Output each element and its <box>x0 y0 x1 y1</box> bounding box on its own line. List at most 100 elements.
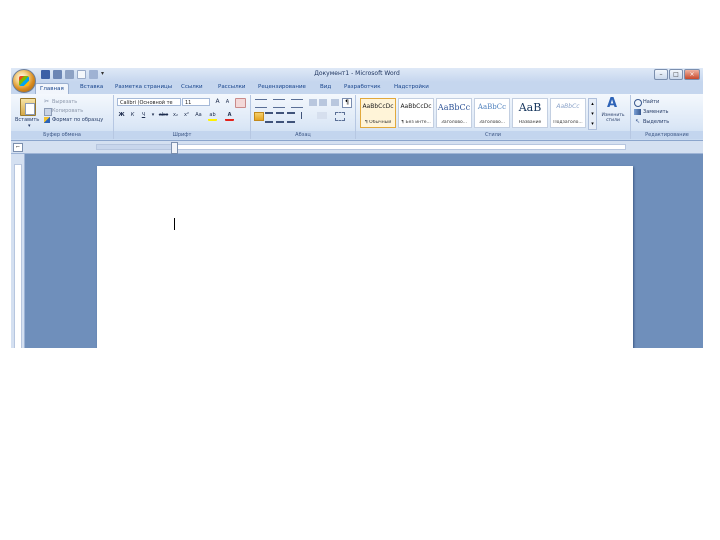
multilevel-list-icon[interactable] <box>291 99 303 108</box>
tab-developer[interactable]: Разработчик <box>344 84 381 90</box>
underline-dropdown-icon[interactable]: ▾ <box>150 111 156 119</box>
style-subtitle-name: Подзаголо... <box>553 120 583 125</box>
style-heading-2[interactable]: AaBbCc Заголово... <box>474 98 510 128</box>
style-subtitle[interactable]: AaBbCc Подзаголо... <box>550 98 586 128</box>
style-heading-1-sample: AaBbCc <box>437 103 471 112</box>
tab-insert[interactable]: Вставка <box>80 84 103 90</box>
find-button[interactable]: Найти <box>643 99 659 105</box>
italic-button[interactable]: К <box>128 111 137 119</box>
style-title-sample: AaB <box>518 101 542 114</box>
font-size-value: 11 <box>185 100 192 106</box>
styles-group: AaBbCcDc ¶ Обычный AaBbCcDc ¶ Без инте..… <box>356 95 631 139</box>
font-color-button[interactable]: A <box>225 111 234 121</box>
highlight-button[interactable]: ab <box>208 111 217 121</box>
copy-button[interactable]: Копировать <box>52 108 83 114</box>
replace-button[interactable]: Заменить <box>643 109 669 115</box>
font-label-text: Шрифт <box>172 132 192 138</box>
find-icon[interactable] <box>634 99 642 107</box>
tab-mailings[interactable]: Рассылки <box>218 84 246 90</box>
bullets-icon[interactable] <box>255 99 267 108</box>
ribbon: Вставить ▾ ✂ Вырезать Копировать Формат … <box>11 94 703 141</box>
select-arrow-icon[interactable]: ↖ <box>635 119 641 125</box>
vertical-ruler[interactable] <box>11 154 25 348</box>
document-page[interactable] <box>97 166 633 348</box>
replace-icon[interactable] <box>634 109 641 115</box>
style-normal-name: ¶ Обычный <box>364 120 392 125</box>
bold-button[interactable]: Ж <box>117 111 126 119</box>
window-title: Документ1 - Microsoft Word <box>314 70 400 77</box>
shrink-font-button[interactable]: A <box>223 98 232 106</box>
style-normal-sample: AaBbCcDc <box>362 103 394 110</box>
tab-home[interactable]: Главная <box>35 83 69 94</box>
select-button[interactable]: Выделить <box>643 119 669 125</box>
close-button[interactable]: × <box>684 69 700 80</box>
change-case-button[interactable]: Aa <box>194 111 203 119</box>
cut-button[interactable]: Вырезать <box>52 99 77 105</box>
change-styles-label: Изменить стили <box>601 113 625 123</box>
text-cursor <box>174 218 175 230</box>
change-styles-button[interactable]: A Изменить стили <box>601 97 625 127</box>
copy-icon[interactable] <box>44 108 52 116</box>
align-left-icon[interactable] <box>254 112 264 121</box>
format-painter-button[interactable]: Формат по образцу <box>52 117 103 123</box>
word-window: ▾ Документ1 - Microsoft Word – □ × Главн… <box>11 68 703 348</box>
window-controls: – □ × <box>654 69 700 80</box>
show-formatting-icon[interactable]: ¶ <box>342 98 352 108</box>
style-no-spacing-name: ¶ Без инте... <box>401 120 431 125</box>
tab-view[interactable]: Вид <box>320 84 331 90</box>
tab-addins[interactable]: Надстройки <box>394 84 429 90</box>
align-center-icon[interactable] <box>265 112 273 123</box>
office-logo-icon <box>19 76 29 86</box>
paste-icon[interactable] <box>20 98 36 116</box>
indent-marker-icon[interactable] <box>171 142 178 154</box>
align-right-icon[interactable] <box>276 112 284 123</box>
increase-indent-icon[interactable] <box>319 99 327 106</box>
format-painter-icon[interactable] <box>44 117 50 123</box>
font-group: Calibri (Основной те 11 A A Ж К Ч ▾ abe … <box>114 95 251 139</box>
superscript-button[interactable]: x² <box>182 111 191 119</box>
minimize-button[interactable]: – <box>654 69 668 80</box>
font-name-combo[interactable]: Calibri (Основной те <box>117 98 181 106</box>
style-no-spacing-sample: AaBbCcDc <box>400 103 432 110</box>
cut-icon[interactable]: ✂ <box>44 99 50 105</box>
tab-references[interactable]: Ссылки <box>181 84 203 90</box>
grow-font-button[interactable]: A <box>213 98 222 106</box>
style-heading-1-name: Заголово... <box>440 120 468 125</box>
change-styles-icon: A <box>607 96 618 111</box>
styles-group-label: Стили <box>356 131 630 139</box>
tab-selector-icon[interactable]: ⌐ <box>13 143 23 152</box>
underline-button[interactable]: Ч <box>139 111 148 119</box>
strikethrough-button[interactable]: abe <box>158 111 169 119</box>
office-button[interactable] <box>12 69 36 93</box>
font-size-combo[interactable]: 11 <box>182 98 210 106</box>
style-heading-1[interactable]: AaBbCc Заголово... <box>436 98 472 128</box>
numbering-icon[interactable] <box>273 99 285 108</box>
document-area <box>25 154 703 348</box>
styles-scroll-icon[interactable]: ▴ ▾ ▾ <box>588 98 597 130</box>
editing-group: Найти Заменить ↖ Выделить Редактирование <box>631 95 703 139</box>
maximize-button[interactable]: □ <box>669 69 683 80</box>
borders-icon[interactable] <box>335 112 345 121</box>
tab-review[interactable]: Рецензирование <box>258 84 306 90</box>
subscript-button[interactable]: x₂ <box>171 111 180 119</box>
paragraph-group: ¶ Абзац <box>251 95 356 139</box>
style-title[interactable]: AaB Название <box>512 98 548 128</box>
decrease-indent-icon[interactable] <box>309 99 317 106</box>
horizontal-ruler[interactable]: ⌐ <box>11 141 703 154</box>
clipboard-group-label: Буфер обмена <box>11 131 113 139</box>
clipboard-label-text: Буфер обмена <box>43 132 81 138</box>
styles-label-text: Стили <box>484 132 502 138</box>
paragraph-group-label: Абзац <box>251 131 355 139</box>
shading-icon[interactable] <box>317 112 327 119</box>
sort-icon[interactable] <box>331 99 339 106</box>
style-no-spacing[interactable]: AaBbCcDc ¶ Без инте... <box>398 98 434 128</box>
justify-icon[interactable] <box>287 112 295 123</box>
line-spacing-icon[interactable] <box>301 112 312 119</box>
style-normal[interactable]: AaBbCcDc ¶ Обычный <box>360 98 396 128</box>
paragraph-label-text: Абзац <box>295 132 311 138</box>
clear-formatting-icon[interactable] <box>235 98 246 108</box>
tab-page-layout[interactable]: Разметка страницы <box>115 84 172 90</box>
font-name-value: Calibri (Основной те <box>120 100 173 106</box>
clipboard-group: Вставить ▾ ✂ Вырезать Копировать Формат … <box>11 95 114 139</box>
paste-dropdown-icon[interactable]: ▾ <box>28 123 31 129</box>
